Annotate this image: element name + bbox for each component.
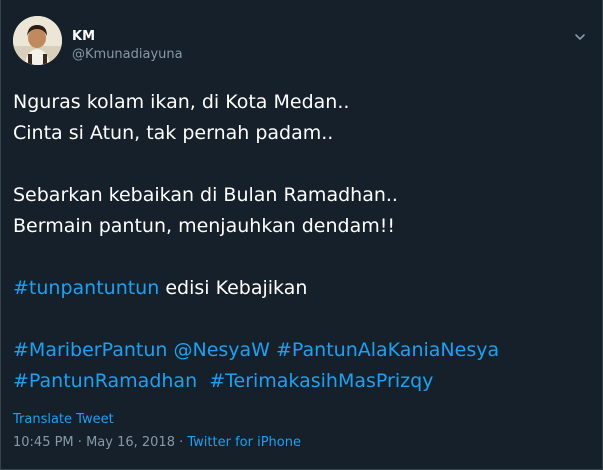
hashtag-link[interactable]: #PantunAlaKaniaNesya [276, 339, 499, 361]
tweet-line: #MariberPantun @NesyaW #PantunAlaKaniaNe… [13, 335, 593, 366]
tweet-time[interactable]: 10:45 PM [13, 435, 74, 450]
tweet-date[interactable]: May 16, 2018 [86, 435, 175, 450]
tweet-line: Nguras kolam ikan, di Kota Medan.. [13, 91, 350, 113]
tweet-meta: 10:45 PM · May 16, 2018 · Twitter for iP… [13, 435, 301, 450]
tweet-line: Bermain pantun, menjauhkan dendam!! [13, 215, 395, 237]
tweet-line: #tunpantuntun edisi Kebajikan [13, 273, 593, 304]
tweet-line: Cinta si Atun, tak pernah padam.. [13, 122, 334, 144]
edition-text: edisi Kebajikan [159, 277, 308, 299]
hashtag-link[interactable]: #TerimakasihMasPrizqy [209, 370, 433, 392]
avatar[interactable] [13, 16, 62, 65]
hashtag-link[interactable]: #MariberPantun [13, 339, 167, 361]
tweet-source-link[interactable]: Twitter for iPhone [187, 435, 301, 450]
display-name[interactable]: KM [72, 29, 183, 45]
avatar-image [13, 16, 62, 65]
hashtag-link[interactable]: #tunpantuntun [13, 277, 159, 299]
chevron-down-icon[interactable] [573, 30, 587, 44]
user-names: KM @Kmunadiayuna [72, 29, 183, 63]
tweet-line: Sebarkan kebaikan di Bulan Ramadhan.. [13, 184, 398, 206]
meta-separator: · [174, 435, 188, 450]
meta-separator: · [73, 435, 87, 450]
translate-tweet-link[interactable]: Translate Tweet [13, 412, 114, 427]
tweet-line: #PantunRamadhan #TerimakasihMasPrizqy [13, 366, 593, 397]
mention-link[interactable]: @NesyaW [173, 339, 269, 361]
tweet-text: Nguras kolam ikan, di Kota Medan.. Cinta… [13, 87, 593, 397]
hashtag-link[interactable]: #PantunRamadhan [13, 370, 197, 392]
tweet-card: KM @Kmunadiayuna Nguras kolam ikan, di K… [0, 0, 603, 470]
tweet-header: KM @Kmunadiayuna [13, 16, 593, 66]
user-handle[interactable]: @Kmunadiayuna [72, 47, 183, 63]
